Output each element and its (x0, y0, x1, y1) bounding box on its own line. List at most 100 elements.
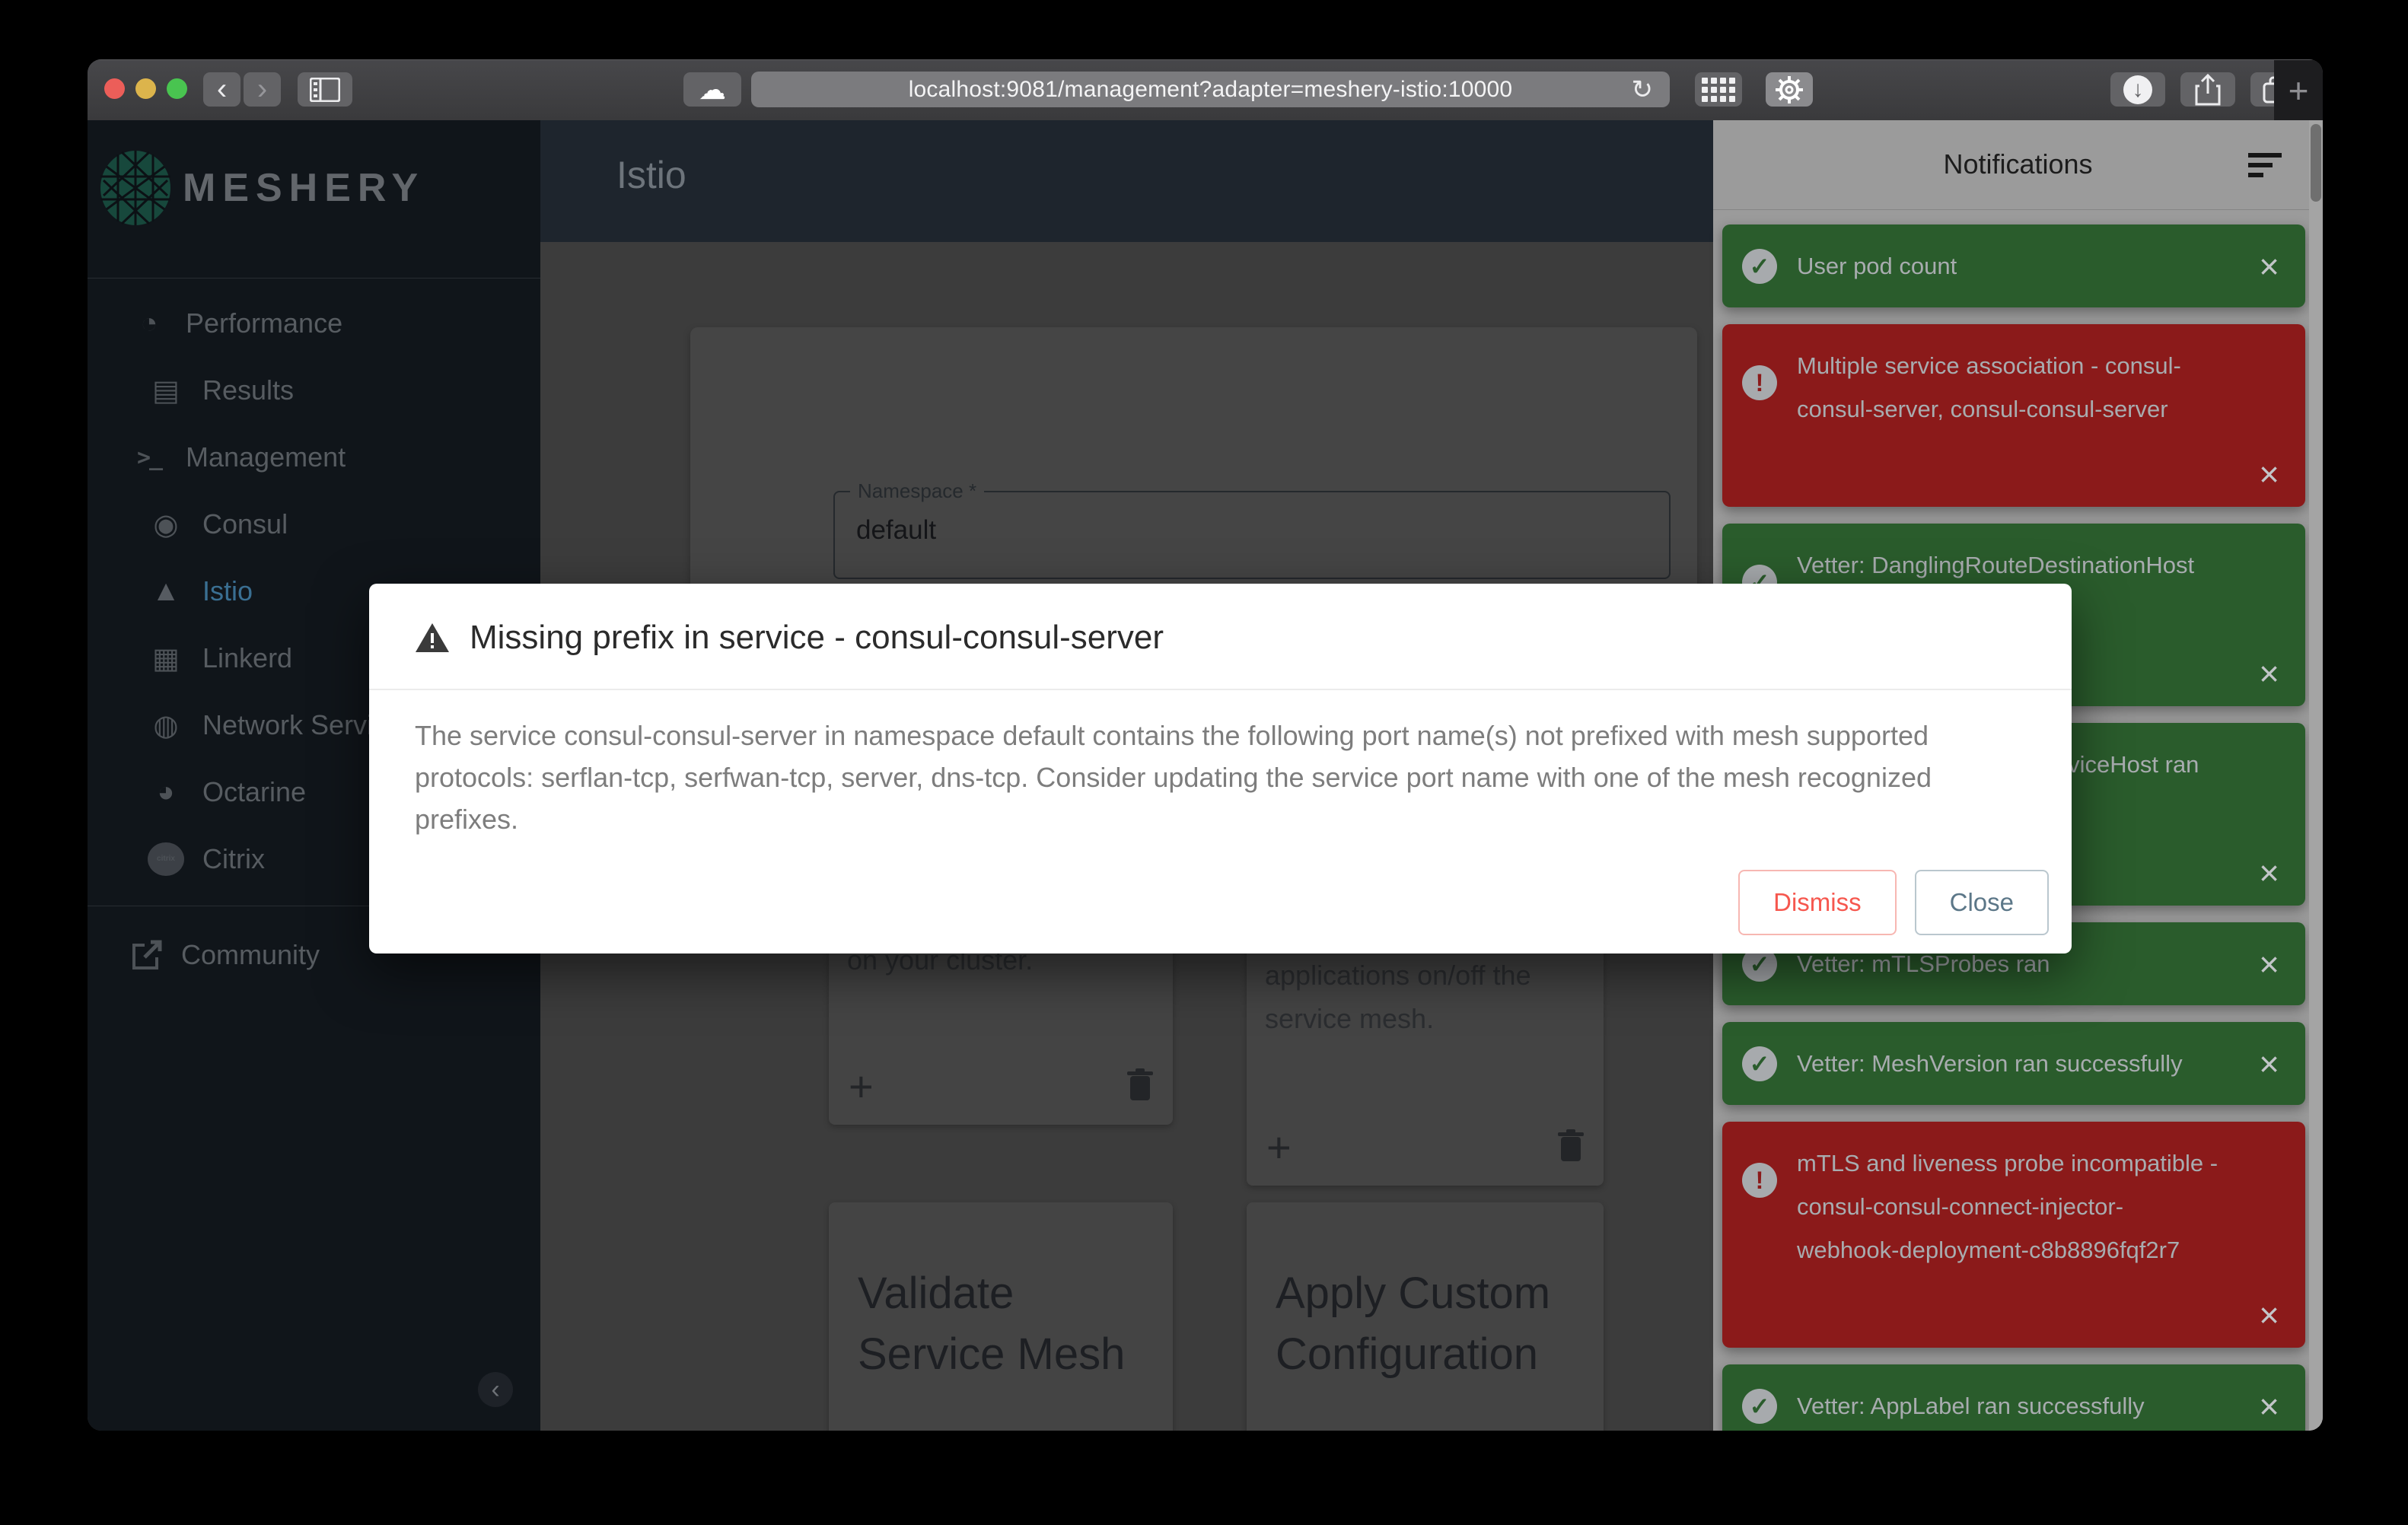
sidebar-item-label: Octarine (202, 776, 307, 807)
sidebar-item[interactable]: ◉ Consul (88, 491, 540, 558)
warning-dialog: Missing prefix in service - consul-consu… (369, 584, 2072, 954)
delete-icon[interactable] (1127, 1068, 1153, 1102)
close-icon[interactable]: × (2259, 1046, 2279, 1081)
downloads-button[interactable]: ↓ (2110, 72, 2165, 107)
sidebar-item[interactable]: ◔ Performance (88, 290, 540, 357)
desktop: ‹ › ☁ localhost:9081/management?adapter=… (0, 0, 2408, 1525)
warning-icon (416, 623, 449, 652)
sidebar-collapse-button[interactable]: ‹ (478, 1372, 513, 1407)
close-icon[interactable]: × (2259, 947, 2279, 982)
dismiss-button[interactable]: Dismiss (1738, 870, 1897, 935)
notification-toast: User pod count × (1722, 224, 2305, 307)
error-circle-icon (1742, 1163, 1777, 1198)
dialog-divider (369, 689, 2072, 690)
octarine-icon: ◕ (157, 775, 175, 808)
close-icon[interactable]: × (2259, 656, 2279, 691)
refresh-icon[interactable]: ↻ (1632, 75, 1654, 105)
drawer-divider (1713, 209, 2323, 210)
namespace-field[interactable]: Namespace * default (833, 479, 1671, 579)
icloud-tabs-button[interactable]: ☁ (683, 72, 741, 107)
sidebar-toggle-button[interactable] (298, 72, 352, 107)
custom-config-card-title: Apply Custom Configuration (1276, 1269, 1551, 1379)
notification-toast: Vetter: AppLabel ran successfully × (1722, 1364, 2305, 1431)
sidebar-item-label: Performance (186, 307, 343, 339)
forward-icon: › (256, 72, 268, 106)
meshery-logo-icon (100, 151, 170, 225)
notification-text: Multiple service association - consul-co… (1797, 352, 2181, 422)
management-terminal-icon: >_ (136, 444, 163, 471)
sidebar-item-label: Linkerd (202, 642, 293, 673)
notifications-title: Notifications (1943, 148, 2093, 180)
external-link-icon (132, 940, 162, 969)
close-icon[interactable]: × (2259, 249, 2279, 284)
performance-gauge-icon: ◔ (140, 307, 158, 339)
close-icon[interactable]: × (2259, 457, 2279, 492)
chevron-left-icon: ‹ (491, 1374, 500, 1404)
namespace-value: default (856, 515, 937, 545)
istio-sail-icon: ▲ (151, 575, 180, 607)
extensions-grid-button[interactable] (1695, 72, 1742, 107)
settings-extension-button[interactable] (1766, 72, 1813, 107)
consul-icon: ◉ (153, 508, 179, 541)
sidebar-item-label: Citrix (202, 843, 265, 874)
page-title: Istio (616, 154, 686, 196)
sidebar-item[interactable]: ▤ Results (88, 357, 540, 424)
back-button[interactable]: ‹ (203, 72, 240, 107)
check-circle-icon (1742, 1046, 1777, 1081)
notification-text: Vetter: MeshVersion ran successfully (1797, 1050, 2183, 1077)
window-minimize-button[interactable] (135, 78, 156, 99)
check-circle-icon (1742, 1388, 1777, 1424)
notification-toast: Multiple service association - consul-co… (1722, 324, 2305, 507)
window-zoom-button[interactable] (167, 78, 187, 99)
delete-icon[interactable] (1558, 1129, 1584, 1163)
sidebar-item-label: Management (186, 441, 346, 473)
dialog-title: Missing prefix in service - consul-consu… (470, 619, 1164, 656)
back-icon: ‹ (216, 72, 228, 106)
notification-toast: Vetter: MeshVersion ran successfully × (1722, 1022, 2305, 1105)
sidebar-item[interactable]: >_ Management (88, 424, 540, 491)
results-document-icon: ▤ (152, 374, 180, 407)
sidebar-item-label: Consul (202, 508, 288, 540)
address-bar[interactable]: localhost:9081/management?adapter=mesher… (751, 72, 1670, 107)
sidebar-item-label: Istio (202, 575, 253, 606)
drawer-scrollbar[interactable] (2309, 119, 2323, 1431)
new-tab-button[interactable]: + (2274, 60, 2323, 120)
check-circle-icon (1742, 248, 1777, 284)
sidebar-toggle-icon (310, 77, 340, 102)
add-icon[interactable]: + (849, 1065, 874, 1108)
url-text: localhost:9081/management?adapter=mesher… (908, 76, 1513, 102)
close-button[interactable]: Close (1914, 870, 2049, 935)
notifications-filter-icon[interactable] (2248, 153, 2282, 183)
browser-toolbar: ‹ › ☁ localhost:9081/management?adapter=… (88, 59, 2323, 120)
close-icon[interactable]: × (2259, 1389, 2279, 1424)
cloud-icon: ☁ (699, 73, 726, 105)
forward-button[interactable]: › (244, 72, 281, 107)
plus-icon: + (2288, 70, 2309, 110)
validate-card: Validate Service Mesh (829, 1202, 1173, 1431)
add-icon[interactable]: + (1266, 1126, 1292, 1169)
close-icon[interactable]: × (2259, 855, 2279, 890)
window-close-button[interactable] (104, 78, 125, 99)
linkerd-icon: ▦ (152, 642, 180, 675)
meshery-logo[interactable]: MESHERY (88, 142, 540, 234)
error-circle-icon (1742, 365, 1777, 400)
share-button[interactable] (2180, 72, 2235, 107)
logo-wordmark: MESHERY (183, 166, 425, 210)
share-icon (2195, 73, 2221, 105)
sidebar-divider (88, 278, 540, 279)
notification-toast: mTLS and liveness probe incompatible - c… (1722, 1122, 2305, 1348)
custom-config-card: Apply Custom Configuration (1247, 1202, 1604, 1431)
validate-card-title: Validate Service Mesh (858, 1269, 1126, 1379)
close-icon[interactable]: × (2259, 1297, 2279, 1332)
browser-window: ‹ › ☁ localhost:9081/management?adapter=… (88, 59, 2323, 1431)
namespace-label: Namespace * (850, 479, 985, 503)
page-header: Istio (540, 119, 1713, 242)
network-service-mesh-icon: ◍ (153, 709, 179, 742)
grid-icon (1702, 77, 1735, 102)
dialog-body: The service consul-consul-server in name… (415, 720, 1932, 835)
dismiss-button-label: Dismiss (1773, 888, 1862, 916)
close-button-label: Close (1949, 888, 2014, 916)
citrix-icon: citrix (148, 842, 184, 876)
sidebar-item-label: Results (202, 374, 295, 406)
drawer-scrollbar-thumb[interactable] (2311, 124, 2321, 202)
